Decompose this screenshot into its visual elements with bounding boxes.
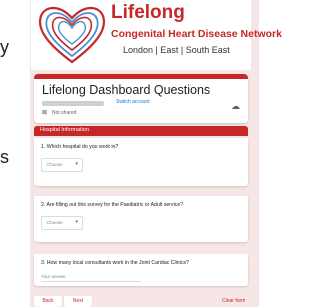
form-title: Lifelong Dashboard Questions — [42, 83, 211, 97]
chevron-down-icon: ▾ — [75, 161, 78, 167]
network-banner: Lifelong Congenital Heart Disease Networ… — [31, 0, 282, 70]
service-dropdown[interactable]: Choose ▾ — [41, 216, 83, 230]
question-text: 1. Which hospital do you work in? — [41, 144, 119, 150]
back-button[interactable]: Back — [34, 296, 62, 307]
edge-text-fragment: s — [0, 147, 9, 167]
brand-locations: London | East | South East — [123, 45, 230, 55]
clear-form-link[interactable]: Clear form — [222, 298, 245, 304]
dropdown-placeholder: Choose — [47, 220, 63, 225]
edge-text-fragment: y — [0, 37, 9, 57]
left-margin-strip: y s — [0, 0, 30, 307]
consultants-answer-input[interactable]: Your answer — [41, 274, 66, 279]
section-label: Hospital Information — [40, 127, 89, 133]
question-text: 2. Are filling out this survey for the P… — [41, 202, 184, 208]
hearts-logo-icon — [38, 6, 106, 64]
not-shared-label: Not shared — [52, 110, 77, 116]
account-email-redacted — [42, 101, 104, 106]
hospital-dropdown[interactable]: Choose ▾ — [41, 158, 83, 172]
question-card: 3. How many local consultants work in th… — [34, 254, 248, 286]
next-button[interactable]: Next — [64, 296, 92, 307]
question-card: 2. Are filling out this survey for the P… — [34, 196, 248, 242]
answer-underline — [41, 281, 141, 282]
switch-account-link[interactable]: Switch account — [116, 99, 150, 105]
cloud-saved-icon[interactable]: ☁ — [231, 101, 240, 112]
question-card: 1. Which hospital do you work in? Choose… — [34, 138, 248, 186]
section-header: Hospital Information — [34, 126, 248, 136]
brand-title: Lifelong — [111, 2, 185, 23]
question-text: 3. How many local consultants work in th… — [41, 260, 189, 266]
brand-subtitle: Congenital Heart Disease Network — [111, 28, 282, 40]
chevron-down-icon: ▾ — [75, 219, 78, 225]
not-shared-icon: ⊠ — [42, 110, 48, 116]
form-header-card: Lifelong Dashboard Questions Switch acco… — [34, 74, 248, 123]
dropdown-placeholder: Choose — [47, 162, 63, 167]
